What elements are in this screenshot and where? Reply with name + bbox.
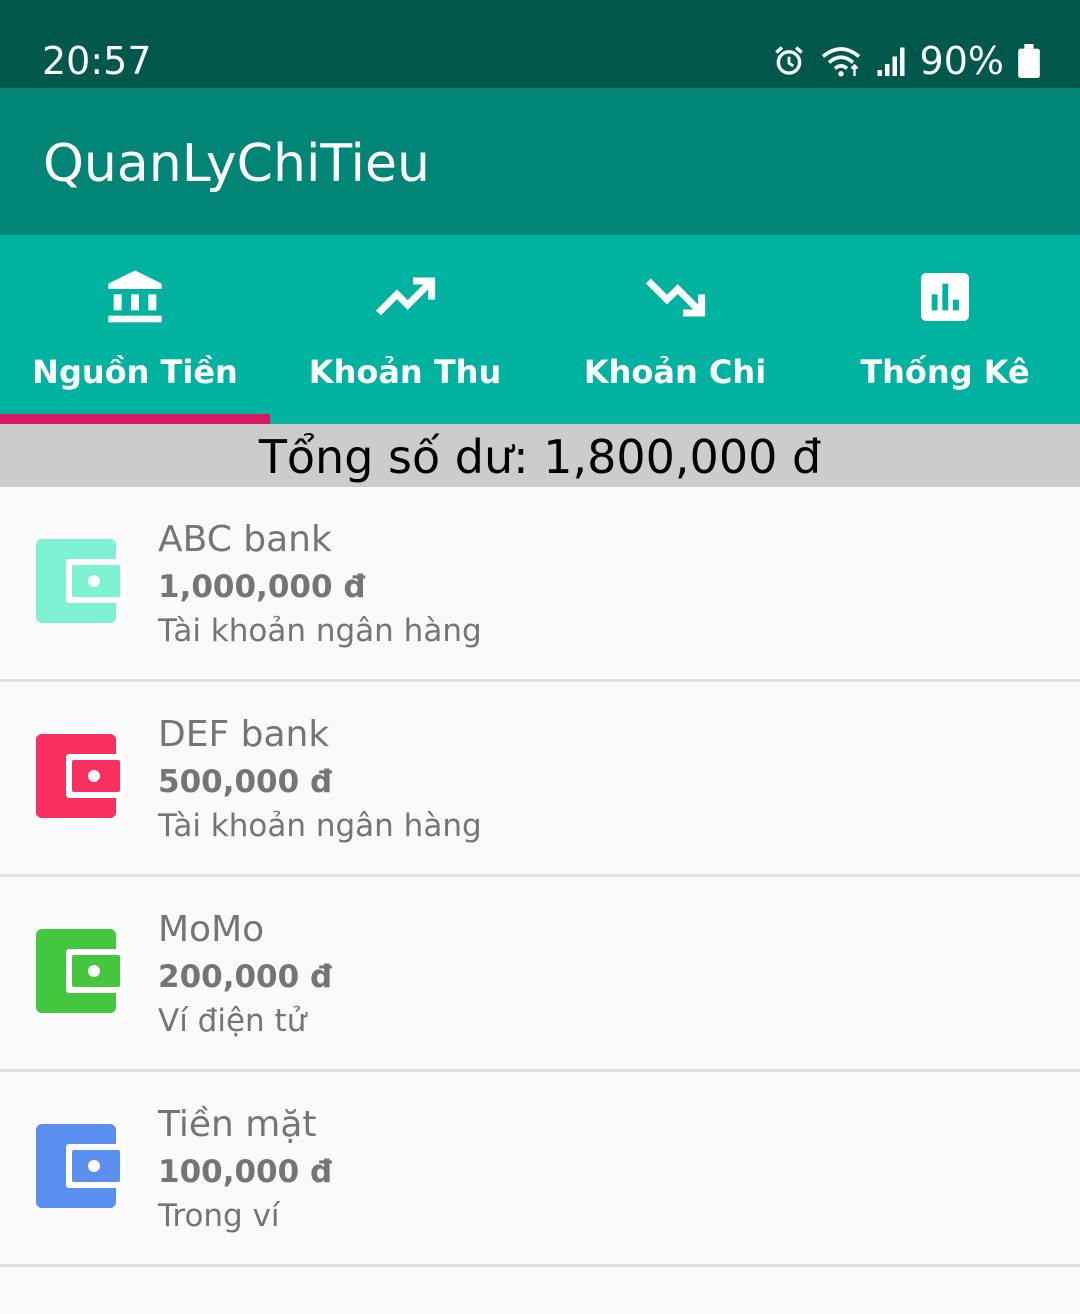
wifi-icon xyxy=(821,47,860,77)
status-icons: 90% xyxy=(772,38,1040,84)
account-name: Tiền mặt xyxy=(158,1104,317,1145)
account-type: Tài khoản ngân hàng xyxy=(158,808,482,844)
tab-label: Thống Kê xyxy=(860,353,1030,391)
tab-nguon-tien[interactable]: Nguồn Tiền xyxy=(0,235,270,424)
tab-khoan-chi[interactable]: Khoản Chi xyxy=(540,235,810,424)
tab-bar: Nguồn Tiền Khoản Thu Khoản Chi Thống Kê xyxy=(0,235,1080,424)
tab-thong-ke[interactable]: Thống Kê xyxy=(810,235,1080,424)
wallet-icon xyxy=(36,734,126,818)
accounts-list: ABC bank 1,000,000 đ Tài khoản ngân hàng… xyxy=(0,487,1080,1267)
status-time: 20:57 xyxy=(42,39,152,83)
account-amount: 200,000 đ xyxy=(158,959,333,995)
bank-icon xyxy=(108,270,162,323)
account-type: Ví điện tử xyxy=(158,1003,307,1039)
bar-chart-icon xyxy=(921,273,969,321)
total-balance: Tổng số dư: 1,800,000 đ xyxy=(0,424,1080,487)
account-amount: 100,000 đ xyxy=(158,1154,333,1190)
list-item[interactable]: ABC bank 1,000,000 đ Tài khoản ngân hàng xyxy=(0,487,1080,682)
account-amount: 500,000 đ xyxy=(158,764,333,800)
tab-label: Khoản Chi xyxy=(583,353,767,391)
trending-up-icon xyxy=(375,277,436,316)
tab-khoan-thu[interactable]: Khoản Thu xyxy=(270,235,540,424)
account-type: Tài khoản ngân hàng xyxy=(158,613,482,649)
battery-percent: 90% xyxy=(919,39,1004,83)
account-name: MoMo xyxy=(158,909,265,950)
app-title: QuanLyChiTieu xyxy=(43,134,430,194)
battery-icon xyxy=(1018,44,1040,78)
list-item[interactable]: MoMo 200,000 đ Ví điện tử xyxy=(0,877,1080,1072)
wallet-icon xyxy=(36,1124,126,1208)
wallet-icon xyxy=(36,539,126,623)
trending-down-icon xyxy=(645,278,706,317)
account-type: Trong ví xyxy=(158,1198,280,1234)
list-item[interactable]: Tiền mặt 100,000 đ Trong ví xyxy=(0,1072,1080,1267)
list-item[interactable]: DEF bank 500,000 đ Tài khoản ngân hàng xyxy=(0,682,1080,877)
account-name: ABC bank xyxy=(158,519,332,560)
wallet-icon xyxy=(36,929,126,1013)
tab-label: Nguồn Tiền xyxy=(32,353,238,391)
account-amount: 1,000,000 đ xyxy=(158,569,366,605)
tab-label: Khoản Thu xyxy=(308,353,502,391)
alarm-icon xyxy=(774,46,803,75)
account-name: DEF bank xyxy=(158,714,330,755)
signal-icon xyxy=(877,47,905,76)
status-bar: 20:57 90% xyxy=(0,0,1080,88)
tab-selected-indicator xyxy=(0,414,270,424)
